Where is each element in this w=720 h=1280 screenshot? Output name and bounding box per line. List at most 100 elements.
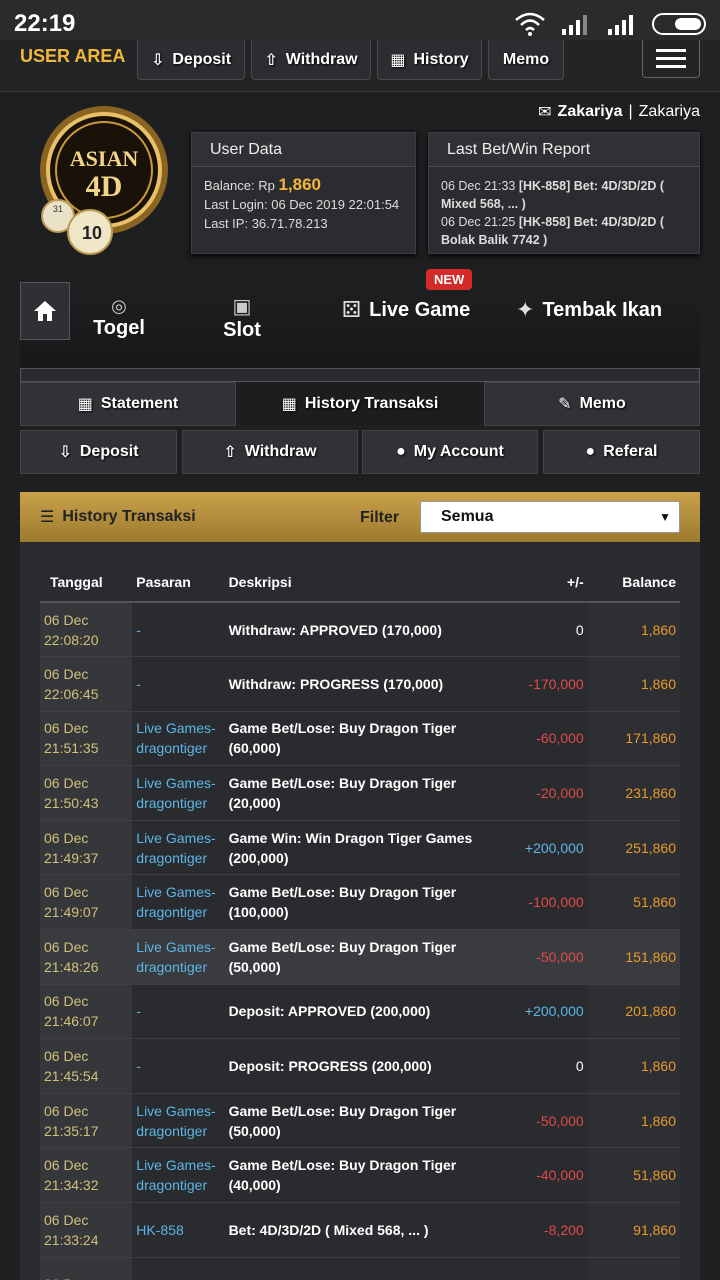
cell-date: 06 Dec 21:33:24 <box>40 1202 133 1258</box>
cell-amount: -100,000 <box>497 874 588 931</box>
nav-memo-button[interactable]: Memo <box>488 40 564 80</box>
list-icon: ☰ <box>40 509 55 526</box>
cell-description: Game Bet/Lose: Buy Dragon Tiger (50,000) <box>224 1093 498 1149</box>
cell-pasaran: - <box>132 656 225 712</box>
cell-description: Game Bet/Lose: Buy Dragon Tiger (20,000) <box>224 765 498 821</box>
filter-value: Semua <box>441 508 494 525</box>
game-tembak-ikan[interactable]: ✦ Tembak Ikan <box>516 297 676 323</box>
tab-withdraw[interactable]: ⇧ Withdraw <box>182 430 358 474</box>
cell-date: 06 Dec 21:45:54 <box>40 1038 133 1094</box>
fish-icon: ✦ <box>516 297 535 322</box>
battery-icon <box>652 13 706 35</box>
cell-pasaran: - <box>132 1038 225 1094</box>
filter-label: Filter <box>360 509 400 526</box>
wifi-icon <box>515 12 545 36</box>
new-badge: NEW <box>426 269 473 290</box>
cell-pasaran[interactable]: Live Games-dragontiger <box>132 874 225 931</box>
history-title: History Transaksi <box>62 508 196 525</box>
table-row: 06 Dec 21:49:07 Live Games-dragontiger Gam… <box>40 874 680 931</box>
cell-amount: -170,000 <box>497 656 588 712</box>
balance-value: 1,860 <box>278 175 321 194</box>
site-logo[interactable]: ASIAN 4D 31 10 <box>38 104 170 256</box>
game-togel[interactable]: ◎ Togel <box>90 296 148 340</box>
cell-balance: 1,860 <box>587 1093 680 1149</box>
balance-label: Balance: Rp <box>204 178 275 193</box>
tab-deposit[interactable]: ⇩ Deposit <box>20 430 177 474</box>
slot-machine-icon: ▣ <box>232 296 252 318</box>
cell-balance: 1,860 <box>587 602 680 658</box>
username-line: ✉ Zakariya | Zakariya <box>538 102 700 122</box>
status-icons <box>514 12 706 36</box>
tab-referal[interactable]: ● Referal <box>543 430 700 474</box>
cell-amount: -8,200 <box>497 1202 588 1258</box>
logo-text-top: ASIAN <box>70 146 139 171</box>
last-login: Last Login: 06 Dec 2019 22:01:54 <box>204 197 400 212</box>
envelope-icon[interactable]: ✉ <box>538 102 551 122</box>
col-deskripsi: Deskripsi <box>224 562 498 603</box>
cell-description: Game Win: Win Dragon Tiger Games (200,00… <box>224 820 498 876</box>
cell-amount: -50,000 <box>497 1093 588 1149</box>
last-ip: Last IP: 36.71.78.213 <box>204 216 328 231</box>
user-data-panel: User Data Balance: Rp 1,860 Last Login: … <box>191 132 416 254</box>
cell-pasaran[interactable]: HK-858 <box>132 1202 225 1258</box>
tab-statement[interactable]: ▦ Statement <box>20 382 236 426</box>
cell-amount <box>497 1257 588 1280</box>
nav-withdraw-label: Withdraw <box>285 50 358 68</box>
nav-history-button[interactable]: ▦ History <box>377 40 482 80</box>
logo-ball-2: 10 <box>82 223 102 243</box>
cell-pasaran[interactable]: Live Games-dragontiger <box>132 1147 225 1204</box>
col-pasaran: Pasaran <box>132 562 225 603</box>
cell-amount: +200,000 <box>497 820 588 876</box>
game-live[interactable]: ⚄ Live Game <box>342 297 472 323</box>
cell-date: 06 Dec 21:50:43 <box>40 765 133 821</box>
game-slot[interactable]: ▣ Slot <box>220 294 264 342</box>
deposit-icon: ⇩ <box>58 444 72 461</box>
cell-balance: 51,860 <box>587 1147 680 1204</box>
cell-date: 06 Dec 22:08:20 <box>40 602 133 658</box>
clock: 22:19 <box>14 10 76 37</box>
cell-date: 06 Dec 21:49:37 <box>40 820 133 876</box>
top-nav: USER AREA ⇩ Deposit ⇧ Withdraw ▦ History Me… <box>0 40 720 92</box>
calendar-icon: ▦ <box>390 51 406 69</box>
cell-pasaran[interactable]: Live Games-dragontiger <box>132 1093 225 1149</box>
username[interactable]: Zakariya <box>558 103 623 121</box>
last-bet-panel: Last Bet/Win Report 06 Dec 21:33 [HK-858… <box>428 132 700 254</box>
cell-balance <box>587 1257 680 1280</box>
nav-deposit-button[interactable]: ⇩ Deposit <box>137 40 245 80</box>
menu-button[interactable] <box>642 40 700 78</box>
username-secondary: Zakariya <box>638 103 700 120</box>
home-icon <box>34 301 56 321</box>
history-table: Tanggal Pasaran Deskripsi +/- Balance 06… <box>40 562 680 1280</box>
cell-pasaran[interactable]: Live Games-dragontiger <box>132 820 225 876</box>
table-row: 06 Dec <box>40 1257 680 1280</box>
cell-balance: 171,860 <box>587 711 680 767</box>
tab-memo[interactable]: ✎ Memo <box>484 382 700 426</box>
filter-select[interactable]: Semua ▼ <box>420 501 680 533</box>
user-data-title: User Data <box>192 133 415 167</box>
cell-pasaran[interactable]: Live Games-dragontiger <box>132 765 225 821</box>
cell-description: Deposit: PROGRESS (200,000) <box>224 1038 498 1094</box>
cell-pasaran <box>132 1257 225 1280</box>
nav-withdraw-button[interactable]: ⇧ Withdraw <box>251 40 371 80</box>
tab-my-account[interactable]: ● My Account <box>362 430 538 474</box>
table-row: 06 Dec 22:08:20- Withdraw: APPROVED (170,… <box>40 602 680 658</box>
table-row: 06 Dec 22:06:45- Withdraw: PROGRESS (170,… <box>40 656 680 712</box>
cell-description: Bet: 4D/3D/2D ( Mixed 568, ... ) <box>224 1202 498 1258</box>
cell-amount: -50,000 <box>497 929 588 985</box>
cell-pasaran[interactable]: Live Games-dragontiger <box>132 711 225 767</box>
withdraw-icon: ⇧ <box>264 51 278 69</box>
table-row: 06 Dec 21:51:35 Live Games-dragontiger Gam… <box>40 711 680 767</box>
balance-line: Balance: Rp 1,860 <box>204 175 403 195</box>
calendar-icon: ▦ <box>77 396 93 413</box>
cell-balance: 1,860 <box>587 656 680 712</box>
cell-date: 06 Dec 21:34:32 <box>40 1147 133 1204</box>
cell-pasaran[interactable]: Live Games-dragontiger <box>132 929 225 985</box>
home-button[interactable] <box>20 282 70 340</box>
tab-history-transaksi[interactable]: ▦ History Transaksi <box>238 382 482 426</box>
cell-balance: 251,860 <box>587 820 680 876</box>
cell-balance: 51,860 <box>587 874 680 931</box>
col-tanggal: Tanggal <box>40 562 133 603</box>
game-slot-label: Slot <box>223 319 261 341</box>
last-bet-title: Last Bet/Win Report <box>429 133 699 167</box>
cell-date: 06 Dec <box>40 1257 133 1280</box>
